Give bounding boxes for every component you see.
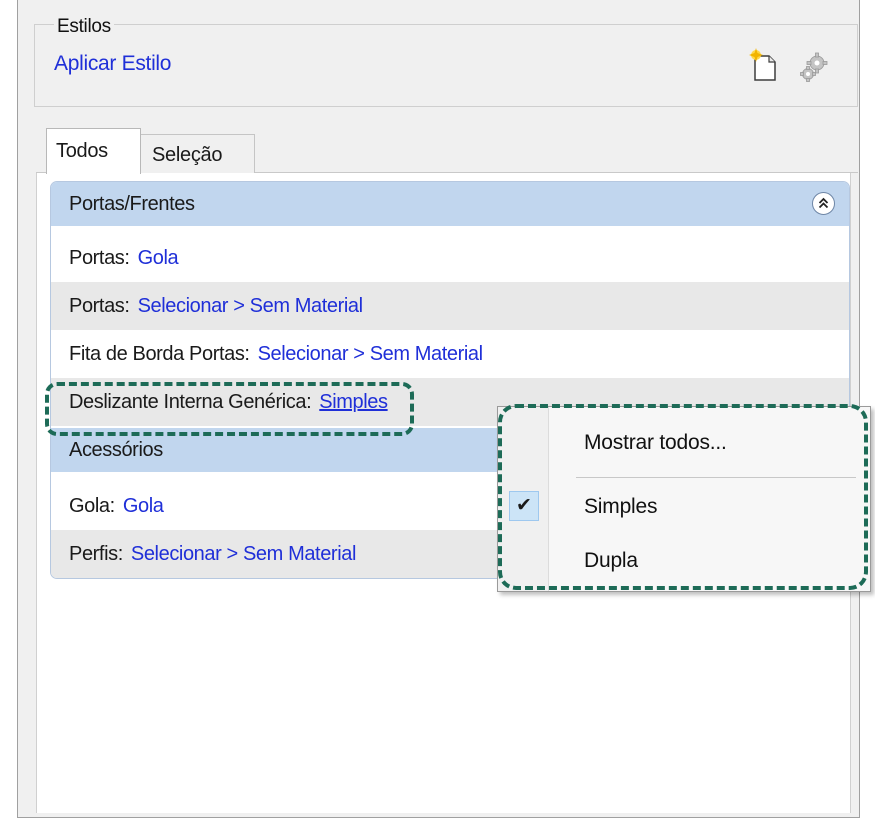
- property-value-link[interactable]: Gola: [138, 247, 179, 269]
- property-label: Perfis:: [69, 543, 123, 565]
- highlight-outline: [498, 404, 868, 590]
- property-label: Fita de Borda Portas:: [69, 343, 250, 365]
- property-value-link[interactable]: Selecionar > Sem Material: [138, 295, 364, 317]
- property-label: Portas:: [69, 247, 130, 269]
- property-label: Portas:: [69, 295, 130, 317]
- tab-selecao[interactable]: Seleção: [141, 134, 255, 174]
- tab-todos[interactable]: Todos: [46, 128, 141, 174]
- section-header-portas-frentes[interactable]: Portas/Frentes: [51, 182, 849, 226]
- apply-style-link[interactable]: Aplicar Estilo: [54, 52, 171, 76]
- property-label: Gola:: [69, 495, 115, 517]
- section-title: Acessórios: [69, 439, 163, 461]
- gear-icon[interactable]: [797, 50, 831, 84]
- section-title: Portas/Frentes: [69, 193, 195, 215]
- highlight-outline: [45, 382, 414, 436]
- new-document-icon[interactable]: [749, 48, 779, 82]
- property-value-link[interactable]: Gola: [123, 495, 164, 517]
- styles-caption: Estilos: [54, 16, 114, 38]
- property-row: Fita de Borda Portas: Selecionar > Sem Ma…: [51, 330, 849, 378]
- double-chevron-up-icon[interactable]: [812, 192, 835, 215]
- property-row: Portas: Gola: [51, 234, 849, 282]
- property-row: Portas: Selecionar > Sem Material: [51, 282, 849, 330]
- property-value-link[interactable]: Selecionar > Sem Material: [258, 343, 484, 365]
- property-value-link[interactable]: Selecionar > Sem Material: [131, 543, 357, 565]
